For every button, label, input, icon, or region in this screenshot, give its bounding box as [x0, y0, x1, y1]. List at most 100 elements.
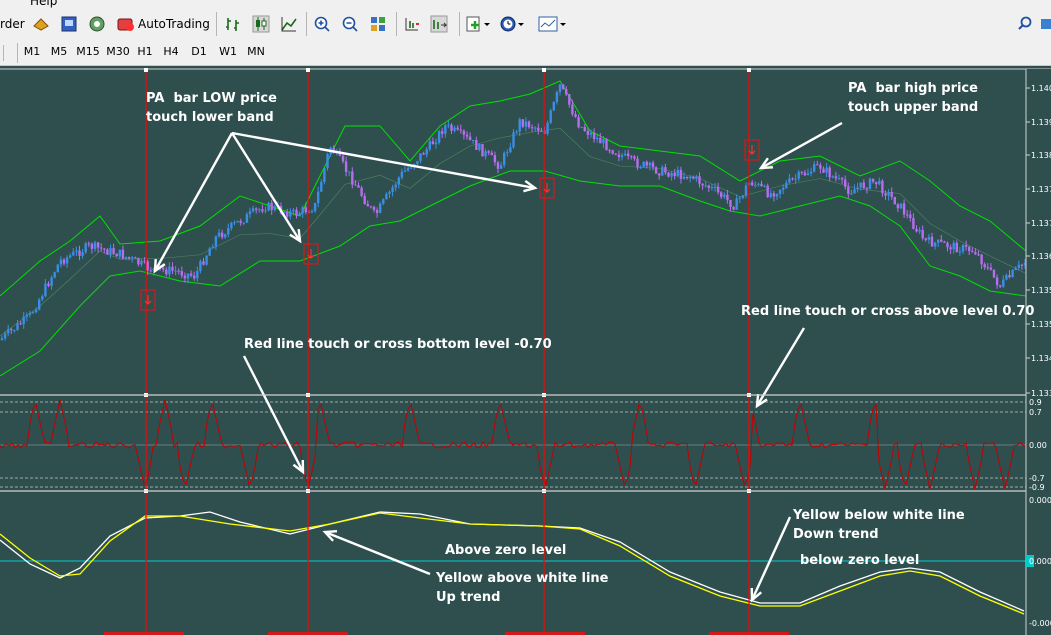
candle-body — [211, 246, 214, 249]
new-order-button[interactable]: rder — [0, 16, 25, 32]
candle-body — [627, 153, 630, 157]
chart-window[interactable]: 1.1400 1.1390 1.1380 1.1370 1.1370 1.1360 1.13… — [0, 66, 1051, 635]
menu-bar: Help — [0, 0, 1051, 8]
candle-body — [924, 238, 927, 240]
templates-icon[interactable] — [538, 13, 568, 35]
candle-body — [682, 176, 686, 179]
timeframe-m30[interactable]: M30 — [104, 43, 132, 61]
axis-label: 1.1400 — [1031, 84, 1051, 93]
osc-axis-label: 0.7 — [1029, 408, 1042, 417]
candle-body — [459, 129, 462, 131]
candle-body — [527, 121, 531, 128]
candle-body — [481, 144, 484, 157]
candle-body — [577, 117, 580, 128]
candle-body — [654, 167, 658, 174]
candle-body — [555, 91, 559, 103]
candle-body — [658, 173, 661, 176]
candle-body — [608, 150, 611, 152]
candle-body — [834, 176, 838, 179]
candle-body — [775, 193, 779, 197]
timeframe-h4[interactable]: H4 — [159, 43, 183, 61]
annotation-pa-high: PA bar high price touch upper band — [848, 81, 979, 115]
candle-body — [437, 131, 441, 143]
candle-body — [617, 154, 621, 158]
candle-body — [121, 249, 125, 259]
candle-body — [131, 257, 134, 259]
timeframe-m15[interactable]: M15 — [74, 43, 102, 61]
candle-body — [906, 214, 909, 216]
data-window-icon[interactable] — [60, 13, 78, 35]
candle-body — [419, 153, 422, 162]
candle-body — [716, 186, 720, 193]
candle-body — [828, 167, 831, 178]
line-chart-icon[interactable] — [280, 13, 298, 35]
candle-body — [772, 193, 776, 197]
candle-body — [162, 267, 165, 270]
candle-body — [782, 187, 785, 190]
zoom-in-icon[interactable] — [313, 13, 331, 35]
candle-body — [645, 161, 648, 166]
candle-body — [955, 242, 958, 253]
candle-body — [760, 183, 763, 187]
chart-shift-icon[interactable] — [403, 13, 421, 35]
menu-help[interactable]: Help — [30, 0, 57, 8]
bar-chart-icon[interactable] — [224, 13, 242, 35]
timeframe-h1[interactable]: H1 — [134, 43, 156, 61]
candle-body — [202, 261, 205, 265]
candle-body — [754, 184, 757, 186]
candle-body — [651, 162, 655, 168]
toolbar-separator — [17, 43, 18, 63]
market-watch-icon[interactable] — [32, 13, 50, 35]
candle-body — [196, 271, 199, 279]
candle-body — [391, 187, 394, 192]
timeframe-m1[interactable]: M1 — [20, 43, 44, 61]
candle-body — [59, 259, 63, 265]
candle-body — [214, 236, 218, 247]
candle-body — [813, 164, 816, 172]
candle-body — [837, 178, 841, 180]
candle-body — [487, 151, 490, 153]
candle-body — [757, 183, 760, 185]
candle-body — [704, 185, 707, 187]
timeframe-w1[interactable]: W1 — [215, 43, 241, 61]
candle-body — [707, 185, 710, 188]
periods-icon[interactable] — [500, 13, 526, 35]
autoscroll-icon[interactable] — [430, 13, 448, 35]
toolbar-separator — [396, 12, 397, 36]
timeframe-mn[interactable]: MN — [243, 43, 269, 61]
candle-body — [422, 153, 425, 155]
candlestick-icon[interactable] — [252, 13, 270, 35]
candle-body — [0, 338, 4, 340]
candle-body — [630, 156, 633, 158]
indicators-icon[interactable] — [466, 13, 492, 35]
candle-body — [258, 209, 261, 211]
search-icon[interactable] — [1016, 13, 1034, 35]
candle-body — [561, 84, 565, 89]
candle-body — [506, 152, 509, 154]
autotrading-button[interactable]: AutoTrading — [116, 13, 210, 35]
toolbar-separator — [459, 12, 460, 36]
tile-windows-icon[interactable] — [369, 13, 387, 35]
candle-body — [205, 255, 208, 265]
candle-body — [118, 249, 121, 257]
candle-body — [512, 132, 515, 148]
navigator-icon[interactable] — [88, 13, 106, 35]
candle-body — [875, 181, 878, 185]
candle-body — [360, 187, 363, 196]
candle-body — [69, 255, 72, 258]
candle-body — [633, 156, 636, 159]
candle-body — [995, 277, 999, 286]
candle-body — [146, 261, 149, 271]
timeframe-m5[interactable]: M5 — [46, 43, 72, 61]
candle-body — [444, 125, 447, 134]
candle-body — [242, 222, 245, 224]
timeframe-d1[interactable]: D1 — [187, 43, 211, 61]
candle-body — [921, 229, 924, 239]
candle-body — [685, 176, 689, 179]
candle-body — [22, 316, 25, 325]
community-icon[interactable] — [1040, 13, 1051, 35]
candle-body — [468, 136, 472, 141]
candle-body — [847, 186, 850, 194]
zoom-out-icon[interactable] — [341, 13, 359, 35]
candle-body — [304, 207, 307, 213]
